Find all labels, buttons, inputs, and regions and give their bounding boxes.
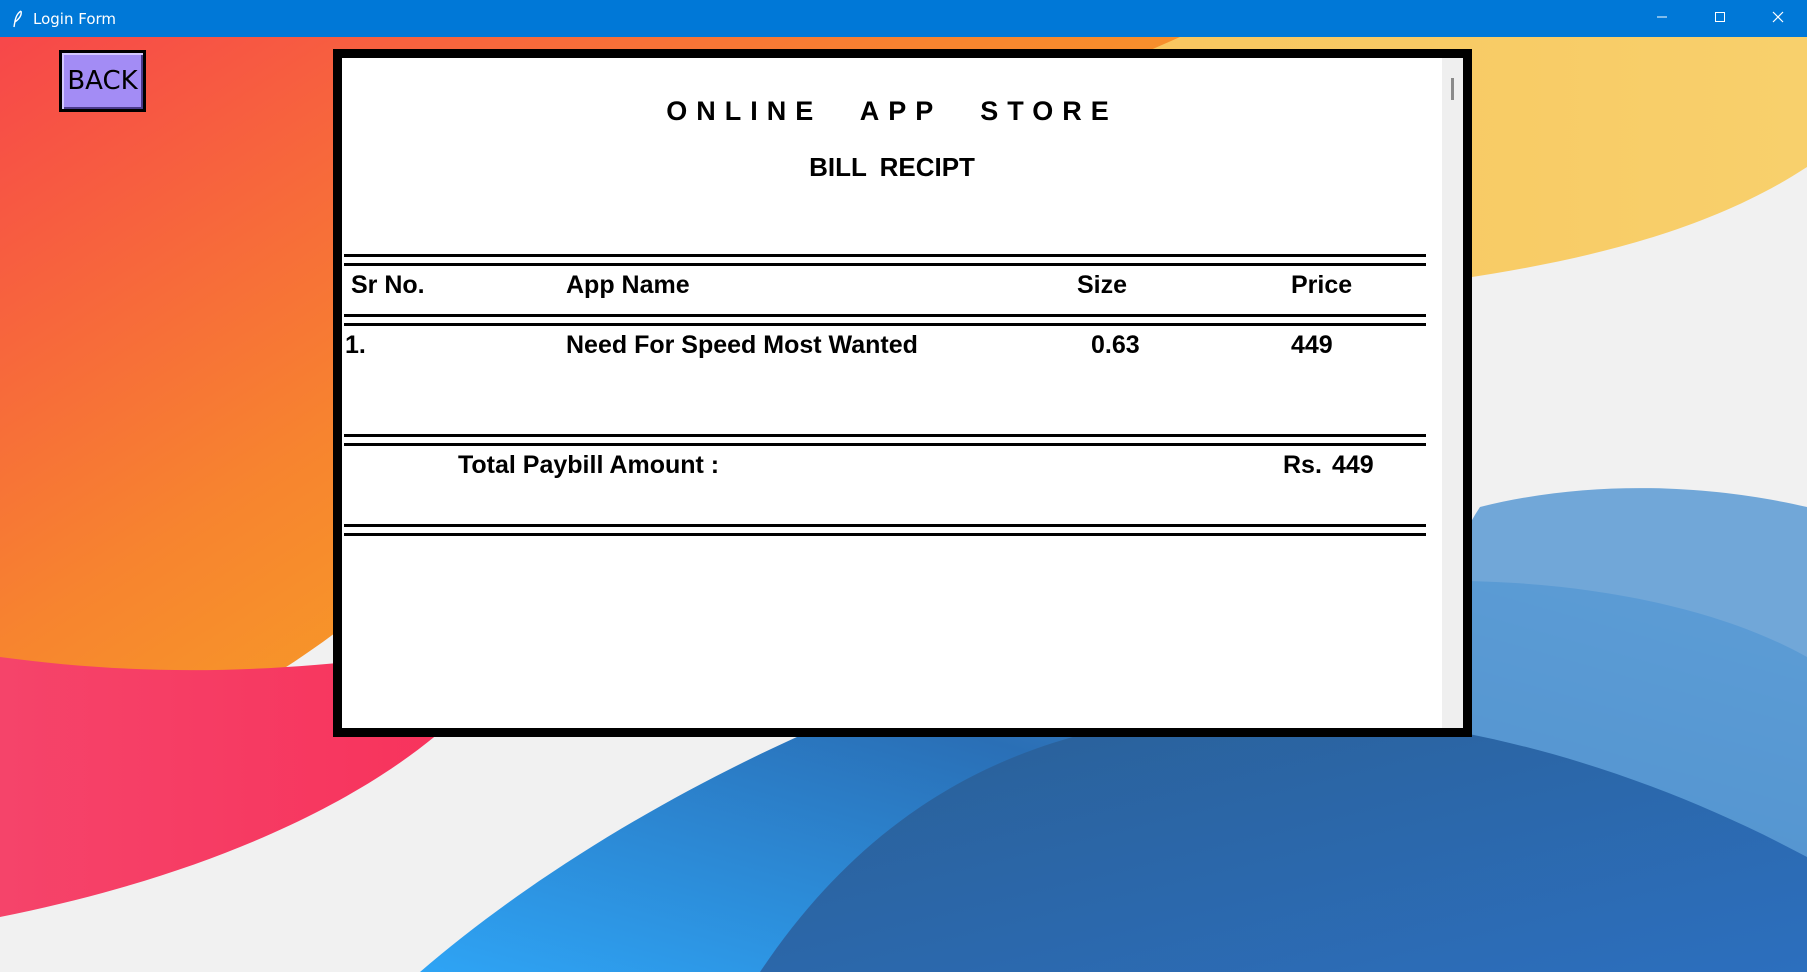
receipt-subtitle: BILL RECIPT [809,152,975,182]
scrollbar-thumb[interactable] [1451,78,1454,100]
total-currency: Rs. [1283,451,1322,479]
total-amount: 449 [1332,451,1374,479]
maximize-icon [1714,10,1726,28]
minimize-button[interactable] [1633,0,1691,37]
column-header-size: Size [1077,271,1128,299]
item-app-name: Need For Speed Most Wanted [566,331,918,359]
column-header-price: Price [1291,271,1353,299]
window-titlebar: Login Form [0,0,1807,37]
separator-line [344,524,1426,536]
window-controls [1633,0,1807,37]
separator-line [344,434,1426,446]
column-header-sr-no: Sr No. [351,271,425,299]
receipt-frame: ONLINE APP STORE BILL RECIPT Sr No. App … [333,49,1472,737]
item-sr-no: 1. [345,331,366,359]
item-size: 0.63 [1091,331,1140,359]
back-button[interactable]: BACK [59,50,146,112]
item-price: 449 [1291,331,1333,359]
separator-line [344,314,1426,326]
maximize-button[interactable] [1691,0,1749,37]
store-title: ONLINE APP STORE [666,96,1118,126]
receipt-text-area[interactable]: ONLINE APP STORE BILL RECIPT Sr No. App … [342,58,1463,728]
vertical-scrollbar[interactable] [1442,58,1463,728]
column-header-app-name: App Name [566,271,690,299]
close-icon [1772,10,1784,28]
minimize-icon [1656,10,1668,28]
feather-icon [11,9,25,28]
window-title: Login Form [33,9,117,28]
total-label: Total Paybill Amount : [458,451,720,479]
separator-line [344,254,1426,266]
close-button[interactable] [1749,0,1807,37]
